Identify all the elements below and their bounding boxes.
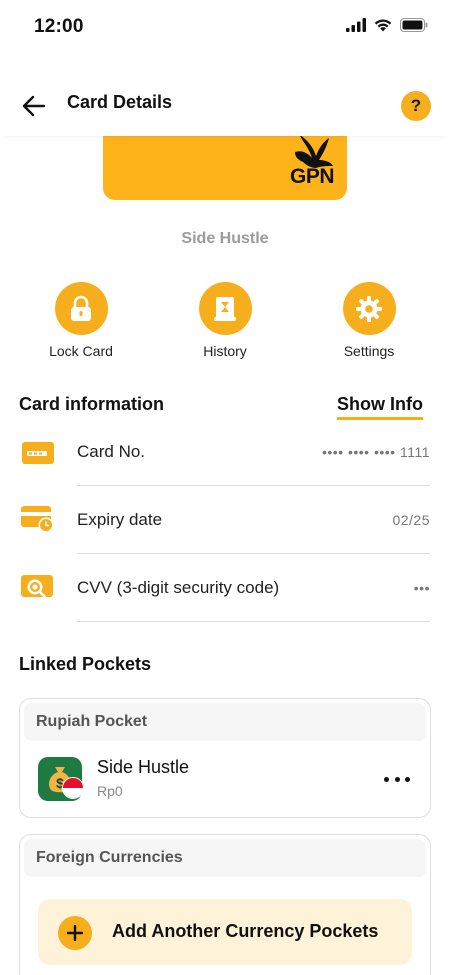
dot (384, 776, 389, 782)
qa-label: Lock Card (49, 343, 113, 359)
card-number-row[interactable]: Card No. •••• •••• •••• 1111 (0, 418, 450, 486)
rupiah-pocket-item[interactable]: $ Side Hustle Rp0 (20, 741, 430, 819)
pocket-item-balance: Rp0 (97, 783, 123, 799)
gear-icon (356, 295, 382, 322)
qa-label: Settings (343, 343, 395, 359)
card-clock-icon (20, 504, 56, 534)
receipt-icon-circle (198, 282, 252, 335)
wifi-icon (374, 19, 392, 32)
cvv-row[interactable]: CVV (3-digit security code) ••• (0, 554, 450, 622)
linked-pockets-title: Linked Pockets (19, 654, 152, 674)
expiry-date-label: Expiry date (77, 510, 163, 529)
settings-button[interactable]: Settings (319, 282, 419, 359)
app-header: Card Details ? (0, 72, 450, 136)
dot (405, 776, 410, 782)
help-button[interactable]: ? (401, 91, 431, 121)
gpn-logo-text: GPN (289, 165, 335, 188)
battery-icon (400, 18, 428, 32)
rupiah-pocket-card: Rupiah Pocket $ Side Hustle Rp0 (19, 698, 431, 818)
status-time: 12:00 (34, 16, 84, 37)
show-info-button[interactable]: Show Info (337, 394, 423, 420)
foreign-currencies-header: Foreign Currencies (24, 839, 426, 877)
page-title: Card Details (67, 92, 173, 112)
dot (394, 776, 400, 782)
card-icon (20, 438, 56, 468)
card-search-icon (20, 573, 56, 603)
gear-icon-circle (342, 282, 396, 335)
foreign-currencies-card: Foreign Currencies Add Another Currency … (19, 834, 431, 975)
card-information-title: Card information (19, 394, 165, 414)
indonesia-flag-icon (62, 777, 84, 799)
expiry-date-value: 02/25 (392, 512, 430, 528)
cvv-value: ••• (413, 580, 430, 596)
more-options-button[interactable] (384, 769, 410, 789)
lock-icon (71, 295, 91, 321)
plus-icon (58, 916, 92, 950)
pocket-item-name: Side Hustle (97, 757, 190, 777)
lock-icon-circle (54, 282, 108, 335)
rupiah-pocket-header: Rupiah Pocket (24, 703, 426, 741)
back-button[interactable] (20, 92, 48, 120)
status-icons (346, 18, 428, 32)
add-currency-label: Add Another Currency Pockets (112, 921, 379, 941)
arrow-left-icon (22, 95, 46, 117)
status-bar: 12:00 (0, 0, 450, 56)
card-number-value: •••• •••• •••• 1111 (321, 444, 430, 460)
history-button[interactable]: History (175, 282, 275, 359)
expiry-date-row[interactable]: Expiry date 02/25 (0, 486, 450, 554)
divider (77, 621, 430, 622)
cvv-label: CVV (3-digit security code) (77, 578, 280, 597)
add-currency-pocket-button[interactable]: Add Another Currency Pockets (38, 899, 412, 965)
qa-label: History (203, 343, 247, 359)
signal-icon (346, 18, 366, 32)
card-pocket-name: Side Hustle (181, 230, 269, 247)
lock-card-button[interactable]: Lock Card (31, 282, 131, 359)
card-number-label: Card No. (77, 442, 146, 461)
receipt-icon (214, 296, 236, 321)
